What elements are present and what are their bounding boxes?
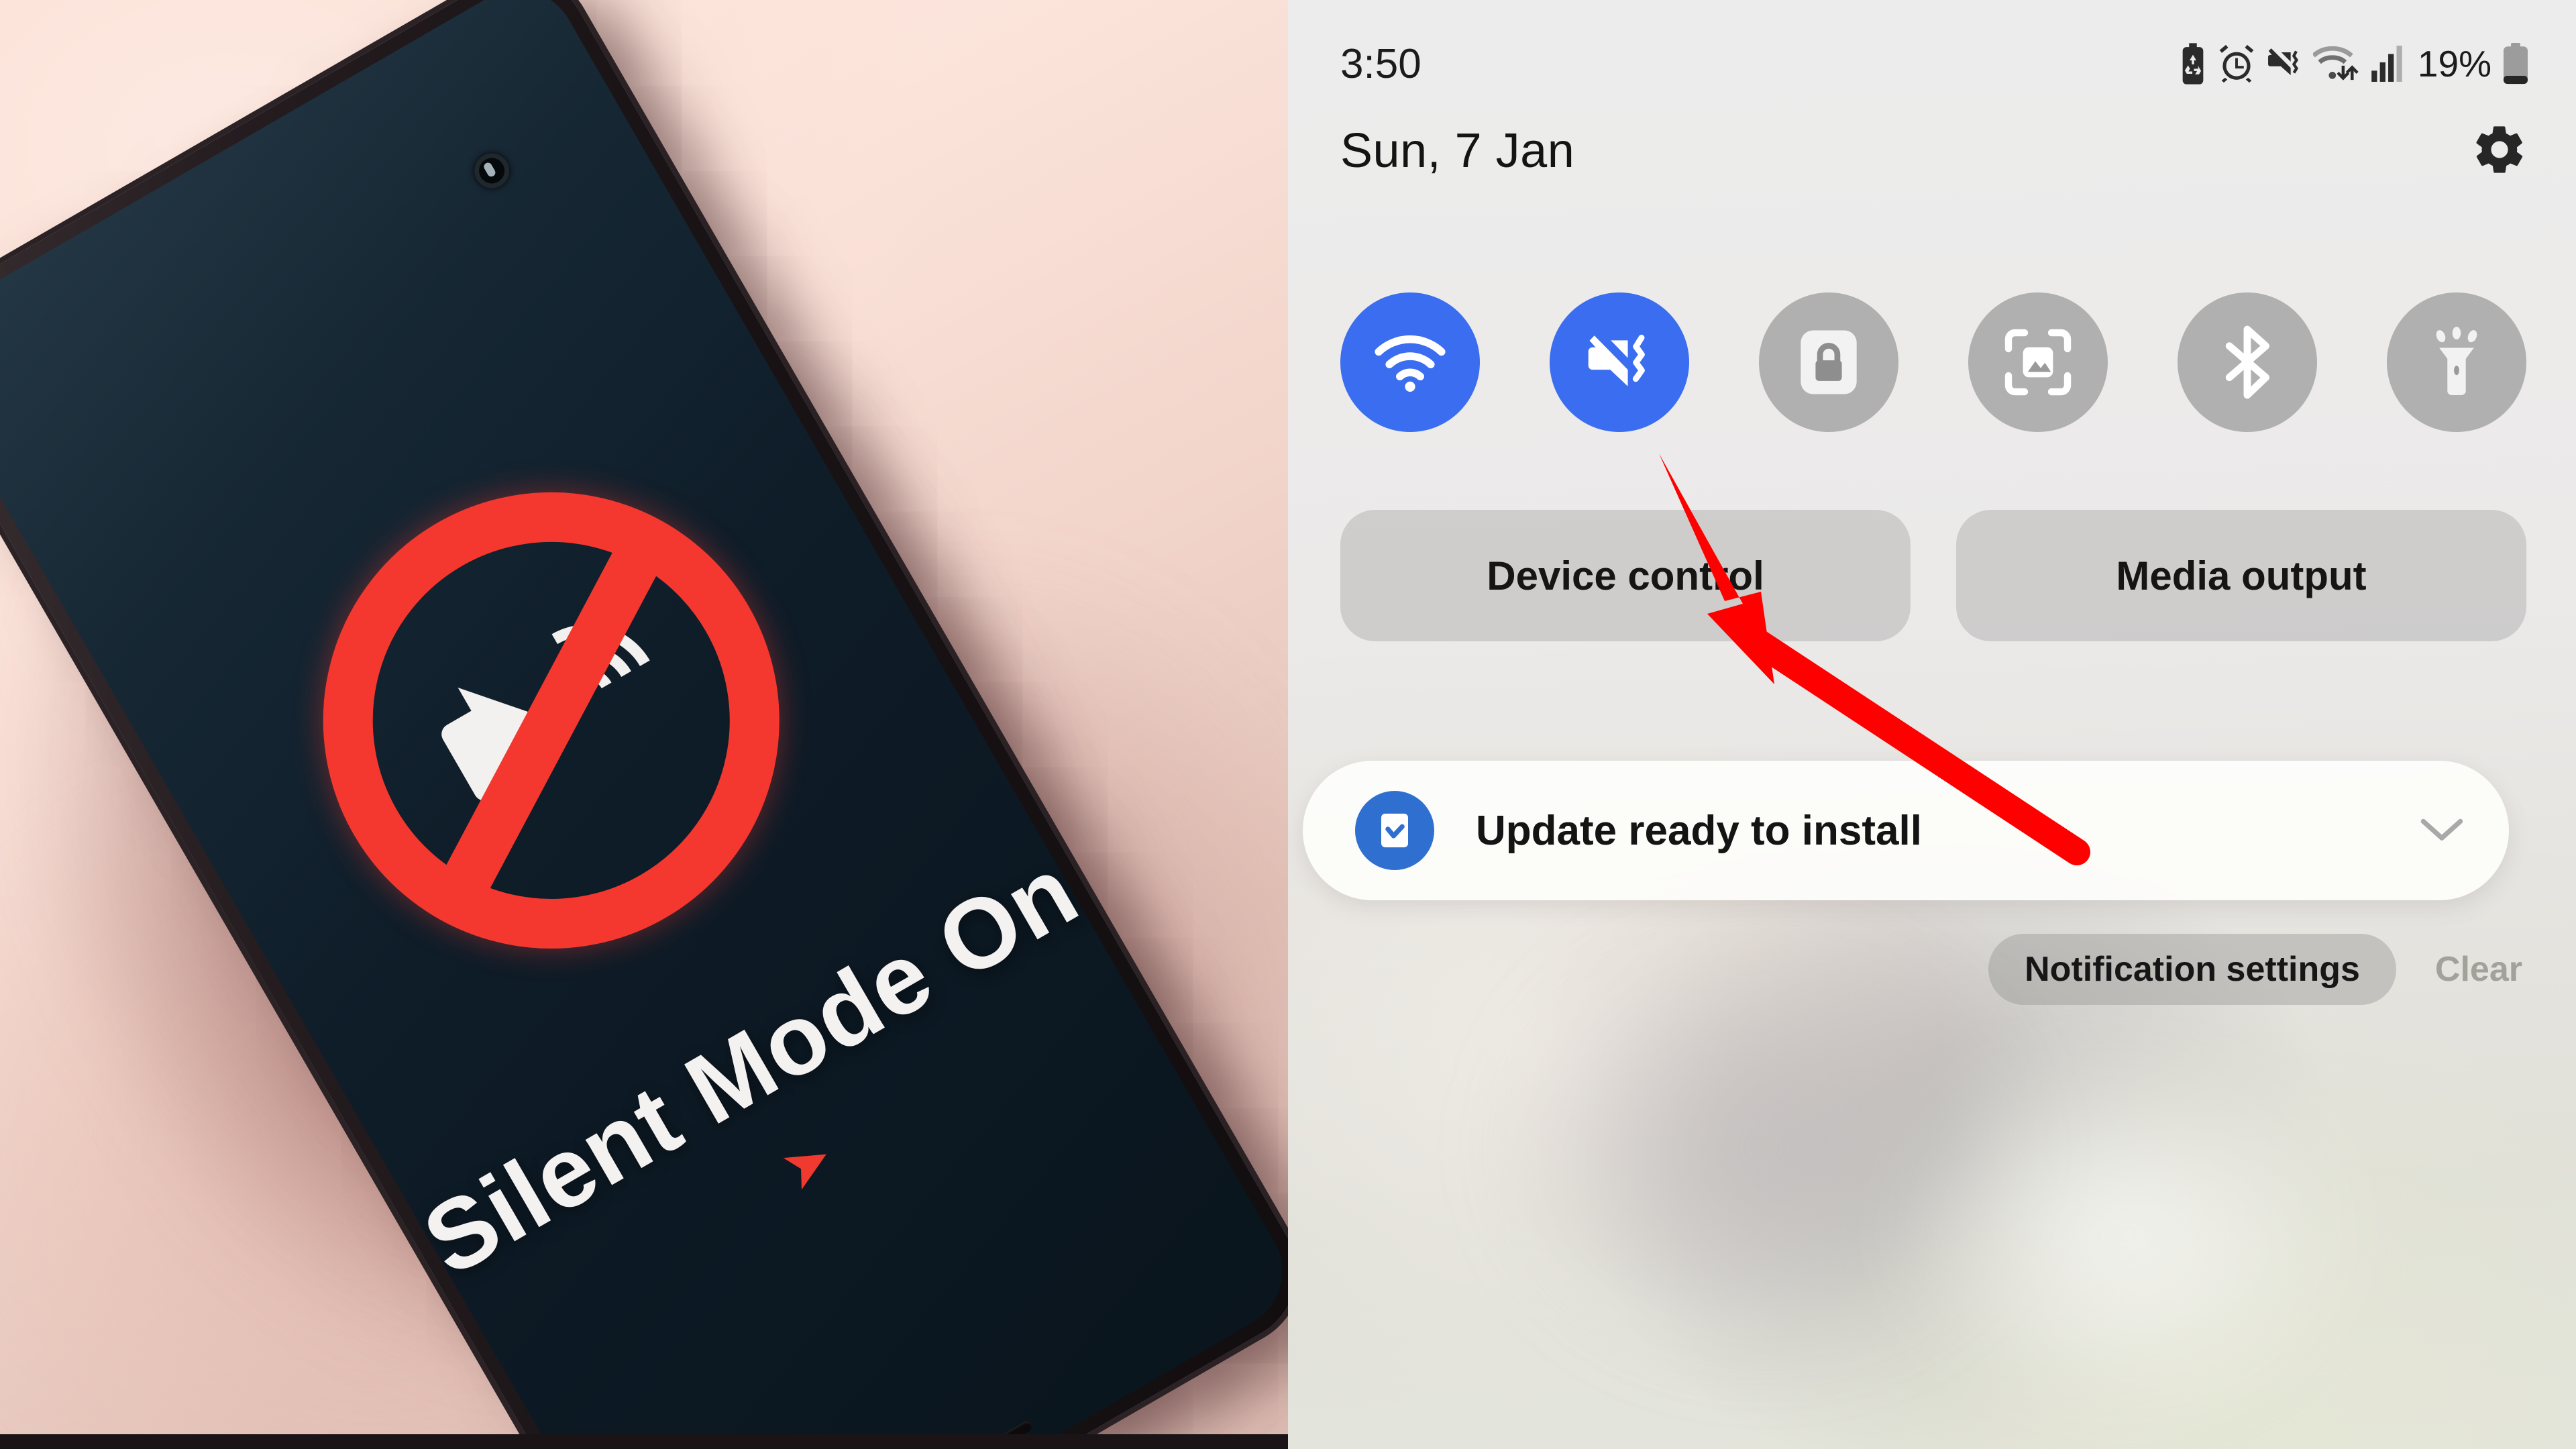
battery-percentage-label: 19% bbox=[2417, 43, 2491, 85]
status-bar: 3:50 19% bbox=[1288, 27, 2576, 101]
screen-rotation-lock-icon bbox=[1798, 329, 1860, 396]
settings-button[interactable] bbox=[2467, 119, 2532, 183]
device-control-button[interactable]: Device control bbox=[1340, 510, 1911, 641]
notification-expand-button[interactable] bbox=[2415, 804, 2469, 857]
toggle-bluetooth[interactable] bbox=[2178, 292, 2317, 432]
notification-settings-button[interactable]: Notification settings bbox=[1988, 934, 2396, 1005]
notification-action-row: Notification settings Clear bbox=[1988, 934, 2552, 1005]
quick-settings-panel: 3:50 19% Sun, 7 Jan Device control Media… bbox=[1288, 0, 2576, 1449]
alarm-clock-icon bbox=[2218, 44, 2255, 83]
battery-low-icon bbox=[2502, 43, 2529, 85]
toggle-scan[interactable] bbox=[1968, 292, 2108, 432]
phone-photo-panel: Silent Mode On ➤ bbox=[0, 0, 1288, 1449]
split-screenshot: Silent Mode On ➤ 3:50 19% Sun, 7 Jan Dev… bbox=[0, 0, 2576, 1449]
photo-bottom-band bbox=[0, 1434, 1288, 1449]
toggle-sound-mode[interactable] bbox=[1550, 292, 1689, 432]
cellular-signal-icon bbox=[2369, 44, 2404, 83]
toggle-flashlight[interactable] bbox=[2387, 292, 2526, 432]
toggle-rotation-lock[interactable] bbox=[1759, 292, 1898, 432]
bluetooth-icon bbox=[2216, 325, 2278, 399]
wallpaper-blur-blob-b bbox=[1892, 1046, 2361, 1422]
wifi-data-transfer-icon bbox=[2312, 44, 2360, 83]
clear-notifications-button[interactable]: Clear bbox=[2406, 934, 2552, 1005]
chevron-down-icon bbox=[2418, 814, 2465, 847]
battery-saver-icon bbox=[2178, 43, 2208, 85]
wifi-icon bbox=[1373, 331, 1448, 393]
mute-vibrate-icon bbox=[2265, 44, 2304, 83]
media-output-button[interactable]: Media output bbox=[1956, 510, 2526, 641]
gear-icon bbox=[2471, 121, 2528, 181]
date-row: Sun, 7 Jan bbox=[1288, 101, 2576, 201]
toggle-wifi[interactable] bbox=[1340, 292, 1480, 432]
silent-mode-arrow-mark: ➤ bbox=[770, 1124, 845, 1204]
shortcut-button-row: Device control Media output bbox=[1340, 510, 2526, 641]
status-clock: 3:50 bbox=[1340, 40, 1421, 87]
image-scan-icon bbox=[2003, 327, 2073, 397]
software-update-checkbox-icon bbox=[1355, 791, 1434, 870]
date-label: Sun, 7 Jan bbox=[1340, 124, 1575, 178]
status-icon-tray: 19% bbox=[2178, 42, 2529, 85]
quick-toggle-row bbox=[1340, 292, 2526, 432]
notification-title: Update ready to install bbox=[1476, 807, 1922, 854]
notification-card[interactable]: Update ready to install bbox=[1303, 761, 2509, 900]
mute-vibrate-icon bbox=[1583, 327, 1656, 397]
flashlight-icon bbox=[2425, 326, 2488, 398]
